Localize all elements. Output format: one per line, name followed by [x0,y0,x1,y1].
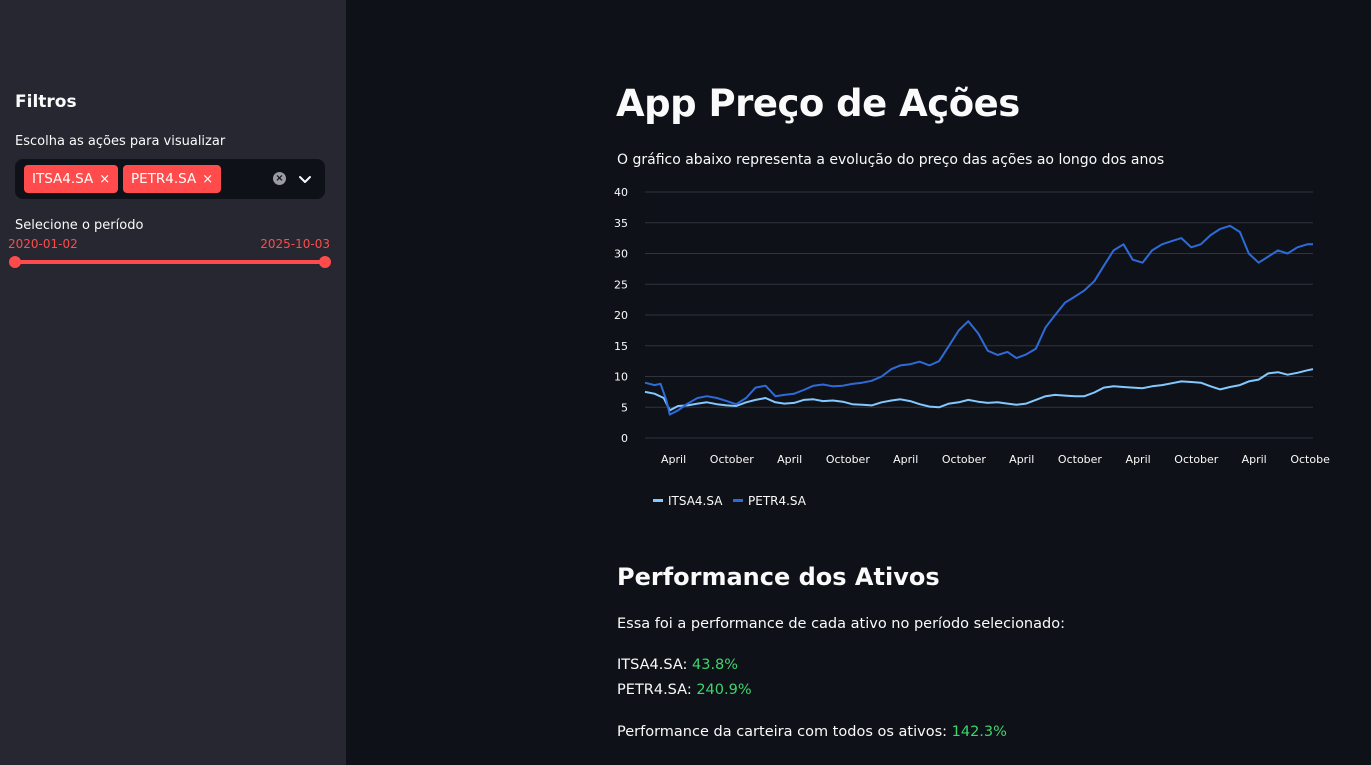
x-tick-label: October [1290,453,1330,466]
y-tick-label: 20 [614,309,628,322]
performance-title: Performance dos Ativos [617,563,940,591]
asset-performance-itsa4: ITSA4.SA: 43.8% [617,657,739,673]
y-axis-ticks: 0 5 10 15 20 25 30 35 40 [614,186,628,445]
slider-end-value: 2025-10-03 [260,237,330,251]
portfolio-label: Performance da carteira com todos os ati… [617,724,948,740]
y-tick-label: 40 [614,186,628,199]
legend-label: ITSA4.SA [668,494,723,508]
period-slider-track[interactable] [15,260,325,264]
stocks-select-label: Escolha as ações para visualizar [15,134,226,149]
clear-all-icon[interactable]: × [273,172,286,185]
asset-name: ITSA4.SA [617,657,683,673]
x-tick-label: April [661,453,686,466]
asset-performance-petr4: PETR4.SA: 240.9% [617,682,752,698]
stocks-multiselect[interactable]: ITSA4.SA × PETR4.SA × × [15,159,325,199]
x-tick-label: April [893,453,918,466]
remove-chip-icon[interactable]: × [99,172,110,187]
x-tick-label: April [777,453,802,466]
stock-chip-itsa4: ITSA4.SA × [24,165,119,193]
asset-name: PETR4.SA [617,682,687,698]
remove-chip-icon[interactable]: × [202,172,213,187]
chart-series [644,224,1314,416]
x-tick-label: October [710,453,754,466]
y-tick-label: 5 [621,401,628,414]
chevron-down-icon[interactable] [297,167,313,191]
y-tick-label: 15 [614,340,628,353]
y-tick-label: 25 [614,278,628,291]
slider-start-value: 2020-01-02 [8,237,78,251]
x-tick-label: April [1242,453,1267,466]
asset-value: 240.9% [696,682,752,698]
chart-legend: ITSA4.SA PETR4.SA [653,494,807,508]
x-tick-label: April [1126,453,1151,466]
legend-swatch [653,499,663,502]
x-axis-ticks: April October April October April October Apri… [661,453,1330,466]
performance-intro: Essa foi a performance de cada ativo no … [617,616,1065,632]
sidebar: Filtros Escolha as ações para visualizar… [0,0,346,765]
x-tick-label: October [1174,453,1218,466]
chart-caption: O gráfico abaixo representa a evolução d… [617,152,1165,168]
stock-chip-petr4: PETR4.SA × [123,165,222,193]
price-line-chart[interactable]: 0 5 10 15 20 25 30 35 40 April October April Octobe… [600,180,1330,520]
y-tick-label: 10 [614,371,628,384]
sidebar-title: Filtros [15,92,77,112]
stock-chip-label: ITSA4.SA [32,171,94,187]
x-tick-label: April [1009,453,1034,466]
slider-end-handle[interactable] [319,256,331,268]
page-title: App Preço de Ações [616,82,1020,125]
x-tick-label: October [826,453,870,466]
legend-label: PETR4.SA [748,494,807,508]
x-tick-label: October [942,453,986,466]
portfolio-value: 142.3% [951,724,1007,740]
series-line-itsa4sa [644,368,1314,412]
slider-start-handle[interactable] [9,256,21,268]
period-label: Selecione o período [15,218,144,233]
y-tick-label: 30 [614,248,628,261]
stock-chip-label: PETR4.SA [131,171,197,187]
legend-swatch [733,499,743,502]
portfolio-performance: Performance da carteira com todos os ati… [617,724,1007,740]
y-tick-label: 35 [614,217,628,230]
y-tick-label: 0 [621,432,628,445]
x-tick-label: October [1058,453,1102,466]
asset-value: 43.8% [692,657,739,673]
